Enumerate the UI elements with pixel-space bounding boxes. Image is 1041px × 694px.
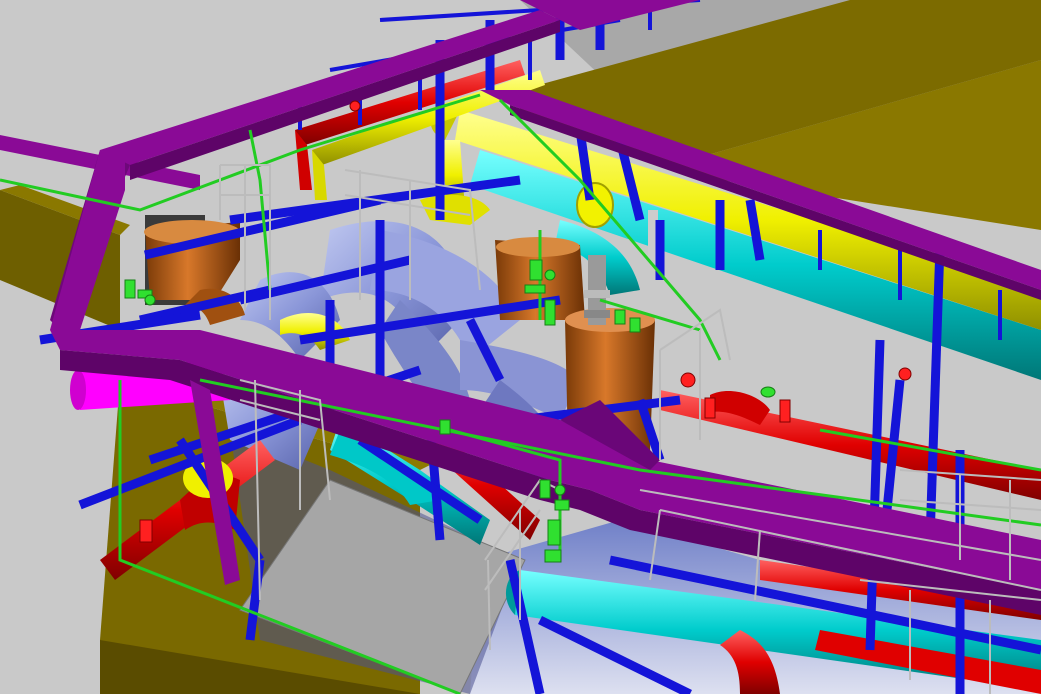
plant-model-render[interactable] — [0, 0, 1041, 694]
magenta-pipe-end — [70, 370, 86, 410]
plant-3d-viewport[interactable] — [0, 0, 1041, 694]
